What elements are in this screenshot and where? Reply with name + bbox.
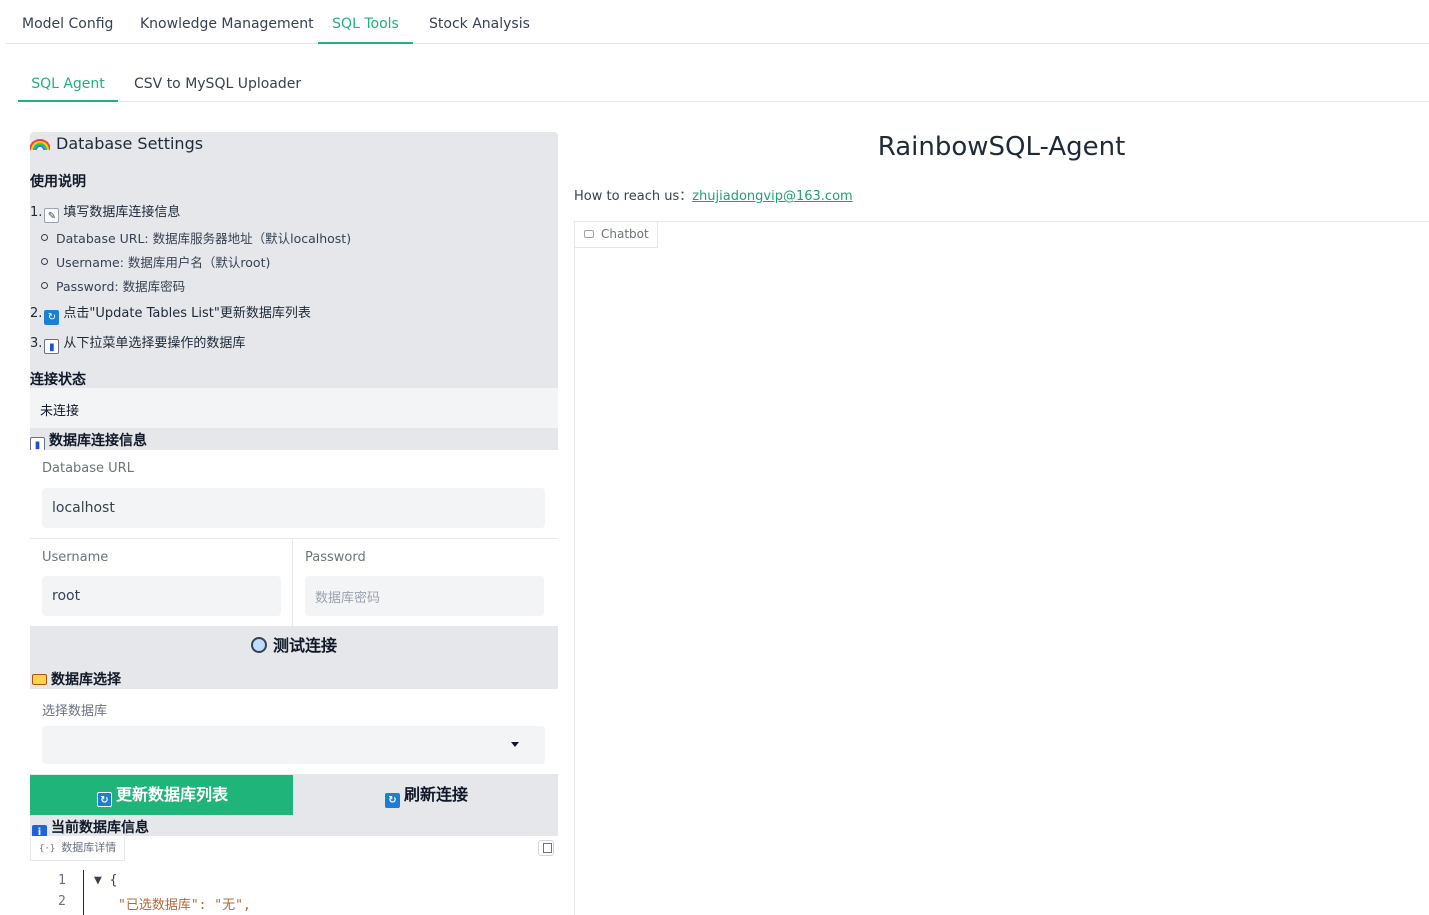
status-box: 未连接 (30, 388, 558, 428)
folder-icon (32, 674, 47, 685)
username-field-block: Username root (30, 539, 292, 626)
line-number: 2 (58, 894, 66, 909)
json-line[interactable]: ▼ { (94, 873, 117, 888)
password-input[interactable]: 数据库密码 (305, 576, 544, 616)
tab-sql-agent[interactable]: SQL Agent (18, 76, 118, 102)
bullet-password: Password: 数据库密码 (40, 276, 185, 295)
connection-heading: ▮ 数据库连接信息 (30, 430, 147, 452)
tab-stock-analysis[interactable]: Stock Analysis (429, 16, 530, 44)
update-database-list-button[interactable]: ↻ 更新数据库列表 (30, 775, 293, 815)
chatbot-label: Chatbot (575, 222, 658, 248)
refresh-connection-button[interactable]: ↻ 刷新连接 (293, 775, 558, 815)
username-label: Username (42, 550, 109, 565)
tab-knowledge-management[interactable]: Knowledge Management (140, 16, 314, 44)
database-select-block: 选择数据库 (30, 689, 558, 774)
json-line: "已选数据库": "无", (118, 898, 251, 913)
dropdown-arrow-icon (511, 742, 519, 747)
settings-panel: Database Settings 使用说明 1. ✎ 填写数据库连接信息 Data… (30, 132, 558, 915)
usage-heading: 使用说明 (30, 174, 86, 190)
contact-email-link[interactable]: zhujiadongvip@163.com (692, 189, 852, 204)
tab-model-config[interactable]: Model Config (22, 16, 113, 44)
gutter-line (83, 870, 84, 915)
copy-icon[interactable] (538, 840, 554, 856)
rainbow-icon (30, 136, 50, 150)
json-label: {·} 数据库详情 (30, 837, 126, 861)
contact-line: How to reach us：zhujiadongvip@163.com (574, 189, 853, 204)
refresh-icon: ↻ (44, 310, 60, 325)
app-title: RainbowSQL-Agent (877, 132, 1126, 162)
chat-icon (584, 230, 594, 238)
memo-icon: ✎ (44, 208, 60, 223)
line-number: 1 (58, 873, 66, 888)
sub-tab-bar: SQL Agent CSV to MySQL Uploader (18, 62, 1429, 102)
refresh-icon: ↻ (96, 792, 112, 807)
magnifier-icon (250, 637, 267, 653)
step-1: 1. ✎ 填写数据库连接信息 (30, 205, 181, 223)
url-field-block: Database URL localhost (30, 450, 558, 538)
chatbot-area[interactable]: Chatbot (574, 221, 1429, 915)
step-2: 2. ↻ 点击"Update Tables List"更新数据库列表 (30, 306, 311, 325)
settings-title: Database Settings (30, 134, 203, 153)
status-heading: 连接状态 (30, 372, 86, 388)
step-3: 3. ▮ 从下拉菜单选择要操作的数据库 (30, 336, 246, 354)
password-field-block: Password 数据库密码 (293, 539, 558, 626)
database-dropdown[interactable] (42, 726, 545, 764)
bullet-username: Username: 数据库用户名（默认root) (40, 252, 270, 271)
url-input[interactable]: localhost (42, 488, 545, 528)
bar-chart-icon: ▮ (44, 339, 60, 354)
braces-icon: {·} (39, 844, 56, 854)
select-label: 选择数据库 (42, 704, 108, 719)
refresh-icon: ↻ (384, 793, 400, 808)
json-viewer: {·} 数据库详情 1 2 ▼ { "已选数据库": "无", (30, 836, 558, 915)
url-label: Database URL (42, 461, 134, 476)
test-connection-button[interactable]: 测试连接 (30, 626, 558, 666)
username-input[interactable]: root (42, 576, 281, 616)
database-select-heading: 数据库选择 (30, 669, 121, 689)
bullet-database-url: Database URL: 数据库服务器地址（默认localhost) (40, 228, 351, 247)
tab-csv-uploader[interactable]: CSV to MySQL Uploader (134, 76, 301, 102)
tab-sql-tools[interactable]: SQL Tools (318, 16, 413, 44)
password-label: Password (305, 550, 366, 565)
status-value: 未连接 (40, 404, 80, 419)
top-tab-bar: Model Config Knowledge Management SQL To… (6, 0, 1429, 44)
